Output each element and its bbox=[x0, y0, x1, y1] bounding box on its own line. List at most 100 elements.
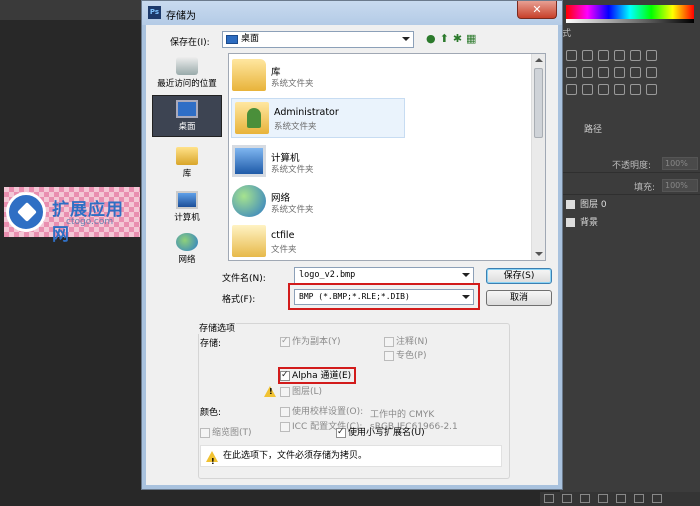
list-item[interactable]: 网络 系统文件夹 bbox=[229, 182, 529, 222]
places-bar: 最近访问的位置 桌面 库 计算机 网络 bbox=[148, 53, 228, 283]
layers-checkbox[interactable]: 图层(L) bbox=[280, 387, 322, 397]
network-icon bbox=[232, 185, 266, 217]
dialog-title: 存储为 bbox=[166, 11, 196, 22]
computer-icon bbox=[176, 191, 198, 209]
list-item[interactable]: Administrator 系统文件夹 bbox=[231, 98, 405, 138]
view-menu-icon[interactable]: ▦ bbox=[466, 32, 476, 45]
user-folder-icon bbox=[235, 102, 269, 134]
adjustment-icon[interactable] bbox=[598, 50, 609, 61]
fx-icon[interactable] bbox=[562, 494, 572, 503]
adjustment-icon[interactable] bbox=[630, 84, 641, 95]
opacity-field[interactable]: 100% bbox=[662, 157, 698, 170]
dialog-titlebar[interactable]: Ps 存储为 ✕ bbox=[142, 1, 562, 25]
place-libraries[interactable]: 库 bbox=[152, 143, 222, 185]
adjustment-icon[interactable] bbox=[614, 67, 625, 78]
scrollbar-thumb[interactable] bbox=[534, 68, 543, 138]
store-label: 存储: bbox=[200, 339, 222, 349]
recent-places-icon bbox=[176, 57, 198, 75]
file-type: 文件夹 bbox=[271, 245, 297, 255]
folder-nav-buttons: ● ⬆ ✱ ▦ bbox=[426, 32, 480, 45]
adjustment-icon[interactable] bbox=[614, 84, 625, 95]
copy-notice: 在此选项下，文件必须存储为拷贝。 bbox=[200, 445, 502, 472]
layer-row[interactable]: 背景 bbox=[562, 214, 700, 232]
scroll-down-icon[interactable] bbox=[535, 252, 543, 256]
notes-checkbox[interactable]: 注释(N) bbox=[384, 337, 428, 347]
place-label: 网络 bbox=[178, 255, 196, 265]
up-folder-icon[interactable]: ⬆ bbox=[440, 32, 449, 45]
link-layers-icon[interactable] bbox=[544, 494, 554, 503]
opacity-label: 不透明度: bbox=[612, 161, 652, 171]
filename-value: logo_v2.bmp bbox=[299, 270, 356, 280]
place-label: 桌面 bbox=[178, 122, 196, 132]
trash-icon[interactable] bbox=[652, 494, 662, 503]
adjustment-icon[interactable] bbox=[598, 67, 609, 78]
layer-name: 图层 0 bbox=[580, 200, 607, 210]
new-group-icon[interactable] bbox=[616, 494, 626, 503]
new-folder-icon[interactable]: ✱ bbox=[453, 32, 462, 45]
as-copy-checkbox[interactable]: 作为副本(Y) bbox=[280, 336, 341, 347]
place-network[interactable]: 网络 bbox=[152, 229, 222, 271]
adjustment-icon[interactable] bbox=[630, 50, 641, 61]
save-button[interactable]: 保存(S) bbox=[486, 268, 552, 284]
layer-row[interactable]: 图层 0 bbox=[562, 196, 700, 214]
layer-visibility-icon[interactable] bbox=[566, 218, 575, 227]
file-name: 库 bbox=[271, 67, 281, 78]
chevron-down-icon bbox=[402, 37, 410, 41]
warning-icon bbox=[264, 386, 276, 397]
file-list[interactable]: 库 系统文件夹 Administrator 系统文件夹 计算机 系统文件夹 网络… bbox=[228, 53, 546, 261]
layer-visibility-icon[interactable] bbox=[566, 200, 575, 209]
place-computer[interactable]: 计算机 bbox=[152, 187, 222, 229]
mask-icon[interactable] bbox=[580, 494, 590, 503]
adjustment-icon[interactable] bbox=[646, 84, 657, 95]
new-layer-icon[interactable] bbox=[634, 494, 644, 503]
fill-field[interactable]: 100% bbox=[662, 179, 698, 192]
place-desktop[interactable]: 桌面 bbox=[152, 95, 222, 137]
adjustment-icon[interactable] bbox=[582, 84, 593, 95]
logo-badge-icon bbox=[6, 192, 46, 232]
back-icon[interactable]: ● bbox=[426, 32, 436, 45]
spot-color-checkbox[interactable]: 专色(P) bbox=[384, 351, 426, 361]
lowercase-extension-checkbox[interactable]: 使用小写扩展名(U) bbox=[336, 427, 425, 438]
format-highlight-box bbox=[288, 283, 480, 310]
save-in-dropdown[interactable]: 桌面 bbox=[222, 31, 414, 48]
adjustment-icon[interactable] bbox=[646, 50, 657, 61]
adjustment-icon[interactable] bbox=[614, 50, 625, 61]
adjustment-icon[interactable] bbox=[566, 50, 577, 61]
adjustment-icon[interactable] bbox=[582, 67, 593, 78]
list-item[interactable]: 计算机 系统文件夹 bbox=[229, 142, 529, 182]
file-list-scrollbar[interactable] bbox=[531, 54, 545, 260]
fill-label: 填充: bbox=[634, 183, 656, 193]
place-recent[interactable]: 最近访问的位置 bbox=[152, 53, 222, 95]
file-type: 系统文件夹 bbox=[271, 205, 314, 215]
adjustment-icon[interactable] bbox=[582, 50, 593, 61]
place-label: 库 bbox=[182, 169, 192, 179]
filename-input[interactable]: logo_v2.bmp bbox=[294, 267, 474, 284]
proof-setup-checkbox[interactable]: 使用校样设置(O): bbox=[280, 407, 363, 417]
photoshop-app-icon: Ps bbox=[148, 6, 161, 19]
scroll-up-icon[interactable] bbox=[535, 58, 543, 62]
adjustment-layer-icon[interactable] bbox=[598, 494, 608, 503]
warning-icon bbox=[206, 451, 218, 472]
alpha-highlight-box bbox=[278, 367, 356, 384]
color-grayscale-ramp[interactable] bbox=[566, 19, 694, 23]
save-as-dialog: Ps 存储为 ✕ 保存在(I): 桌面 ● ⬆ ✱ ▦ 最近访问的位置 桌面 库 bbox=[141, 0, 563, 490]
save-in-value: 桌面 bbox=[241, 34, 260, 44]
thumbnail-checkbox[interactable]: 缩览图(T) bbox=[200, 428, 252, 438]
layer-name: 背景 bbox=[580, 218, 599, 228]
adjustment-icon[interactable] bbox=[566, 67, 577, 78]
file-type: 系统文件夹 bbox=[274, 122, 317, 132]
file-name: Administrator bbox=[274, 107, 339, 118]
close-button[interactable]: ✕ bbox=[517, 1, 557, 19]
list-item[interactable]: ctfile 文件夹 bbox=[229, 222, 529, 260]
tab-paths[interactable]: 路径 bbox=[584, 122, 602, 135]
adjustment-icon[interactable] bbox=[598, 84, 609, 95]
adjustment-icon[interactable] bbox=[646, 67, 657, 78]
list-item[interactable]: 库 系统文件夹 bbox=[229, 56, 529, 96]
computer-icon bbox=[232, 145, 266, 177]
chevron-down-icon[interactable] bbox=[462, 273, 470, 277]
adjustment-icon[interactable] bbox=[630, 67, 641, 78]
adjustment-icon[interactable] bbox=[566, 84, 577, 95]
color-spectrum[interactable] bbox=[566, 5, 694, 19]
file-type: 系统文件夹 bbox=[271, 79, 314, 89]
cancel-button[interactable]: 取消 bbox=[486, 290, 552, 306]
